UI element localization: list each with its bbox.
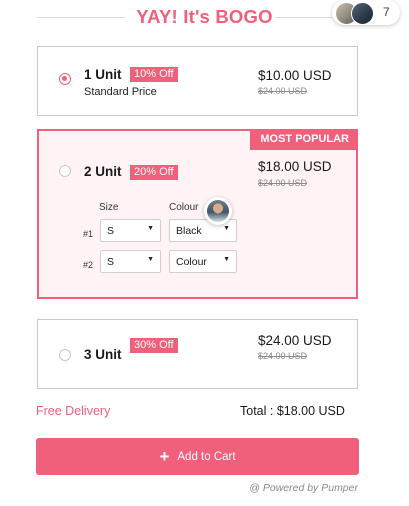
- offer-old-price: $24.00 USD: [258, 86, 308, 96]
- chevron-down-icon: ▼: [223, 256, 230, 263]
- plus-icon: +: [159, 447, 170, 466]
- offer-card-1-unit[interactable]: 1 Unit 10% Off Standard Price $10.00 USD…: [37, 46, 358, 116]
- chevron-down-icon: ▼: [147, 225, 154, 232]
- size-select[interactable]: S ▼: [100, 219, 161, 242]
- viewer-count: 7: [383, 5, 390, 19]
- variant-row-label: #1: [83, 229, 94, 239]
- offer-card-3-unit[interactable]: 3 Unit 30% Off $24.00 USD $24.00 USD: [37, 319, 358, 389]
- offer-subtitle: Standard Price: [84, 86, 157, 98]
- offer-units: 3 Unit: [84, 347, 122, 362]
- offer-price: $18.00 USD: [258, 159, 332, 174]
- avatar: [207, 200, 229, 222]
- discount-badge: 30% Off: [130, 338, 178, 353]
- discount-badge: 10% Off: [130, 67, 178, 82]
- offer-price: $24.00 USD: [258, 333, 332, 348]
- chevron-down-icon: ▼: [223, 225, 230, 232]
- offer-radio[interactable]: [59, 73, 71, 85]
- colour-column-header: Colour: [169, 202, 199, 213]
- most-popular-badge: MOST POPULAR: [250, 129, 358, 150]
- free-delivery-label: Free Delivery: [36, 404, 111, 418]
- colour-select[interactable]: Black ▼: [169, 219, 237, 242]
- discount-badge: 20% Off: [130, 165, 178, 180]
- offer-radio[interactable]: [59, 165, 71, 177]
- viewers-indicator[interactable]: 7: [332, 0, 400, 25]
- offer-card-2-unit[interactable]: MOST POPULAR 2 Unit 20% Off $18.00 USD $…: [37, 129, 358, 299]
- size-column-header: Size: [99, 202, 119, 213]
- colour-select[interactable]: Colour ▼: [169, 250, 237, 273]
- offer-old-price: $24.00 USD: [258, 351, 308, 361]
- variant-row-label: #2: [83, 260, 94, 270]
- powered-by-link[interactable]: @ Powered by Pumper: [36, 482, 358, 494]
- chevron-down-icon: ▼: [147, 256, 154, 263]
- offer-price: $10.00 USD: [258, 68, 332, 83]
- offer-old-price: $24.00 USD: [258, 178, 308, 188]
- viewer-avatar: [351, 2, 374, 25]
- size-select[interactable]: S ▼: [100, 250, 161, 273]
- offer-units: 1 Unit: [84, 67, 122, 82]
- offer-units: 2 Unit: [84, 164, 122, 179]
- shopper-avatar-bubble[interactable]: [204, 197, 232, 225]
- add-to-cart-button[interactable]: + Add to Cart: [36, 438, 359, 475]
- add-to-cart-label: Add to Cart: [177, 451, 236, 463]
- offer-radio[interactable]: [59, 349, 71, 361]
- order-total: Total : $18.00 USD: [240, 404, 345, 418]
